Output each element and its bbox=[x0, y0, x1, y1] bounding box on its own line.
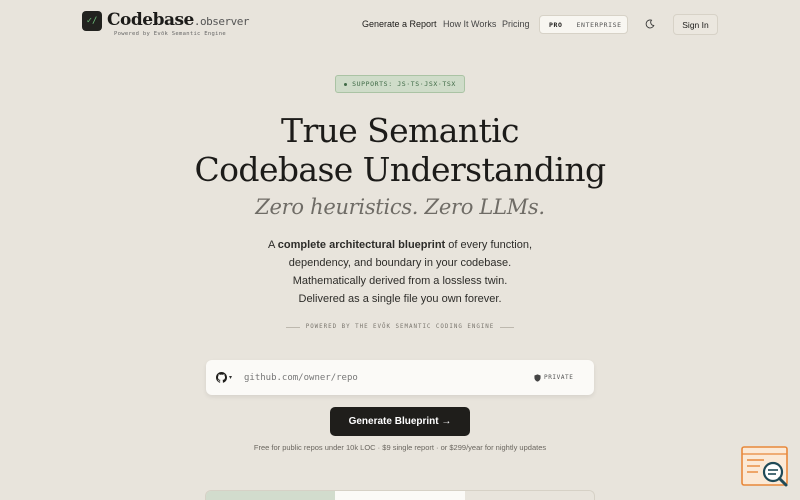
language-support-badge: SUPPORTS: JS·TS·JSX·TSX bbox=[335, 75, 465, 93]
preview-tab-1[interactable] bbox=[206, 491, 336, 500]
powered-by-text: POWERED BY THE EVŌK SEMANTIC CODING ENGI… bbox=[305, 324, 495, 330]
desc-prefix: A bbox=[267, 239, 278, 251]
plan-option-pro[interactable]: PRO bbox=[549, 21, 563, 29]
plan-toggle[interactable]: PRO ENTERPRISE bbox=[539, 15, 628, 34]
nav-pricing[interactable]: Pricing bbox=[502, 19, 530, 29]
desc-line2: dependency, and boundary in your codebas… bbox=[288, 257, 512, 269]
preview-tab-3[interactable] bbox=[464, 491, 594, 500]
chevron-down-icon: ▾ bbox=[229, 375, 233, 381]
logo-text: Codebase.observer Powered by Evōk Semant… bbox=[107, 10, 249, 37]
desc-line3: Mathematically derived from a lossless t… bbox=[292, 275, 508, 287]
plan-option-enterprise[interactable]: ENTERPRISE bbox=[577, 21, 622, 29]
brand-name-suffix: .observer bbox=[193, 15, 250, 28]
pricing-note: Free for public repos under 10k LOC · $9… bbox=[253, 443, 547, 452]
private-label: PRIVATE bbox=[544, 374, 574, 381]
shield-icon bbox=[534, 373, 541, 382]
powered-by: POWERED BY THE EVŌK SEMANTIC CODING ENGI… bbox=[0, 324, 800, 330]
hero-title-line2: Codebase Understanding bbox=[194, 150, 607, 189]
hero-title: True Semantic Codebase Understanding bbox=[0, 111, 800, 189]
hero-title-line1: True Semantic bbox=[281, 111, 520, 150]
generate-blueprint-button[interactable]: Generate Blueprint → bbox=[330, 407, 470, 436]
repo-url-input[interactable] bbox=[244, 372, 534, 383]
preview-tabs bbox=[205, 490, 595, 500]
sign-in-button[interactable]: Sign In bbox=[673, 14, 718, 35]
divider-right bbox=[500, 326, 515, 328]
logo-mark-icon: ✓/ bbox=[82, 11, 102, 31]
github-icon bbox=[216, 372, 227, 383]
brand-name-main: Codebase bbox=[107, 10, 194, 30]
desc-line1-rest: of every function, bbox=[445, 239, 533, 251]
brand-name: Codebase.observer bbox=[107, 10, 249, 32]
moon-icon[interactable] bbox=[645, 19, 655, 29]
repo-input-box: ▾ PRIVATE bbox=[206, 360, 594, 395]
provider-select[interactable]: ▾ bbox=[216, 372, 244, 383]
logo[interactable]: ✓/ Codebase.observer Powered by Evōk Sem… bbox=[82, 10, 249, 37]
desc-line4: Delivered as a single file you own forev… bbox=[298, 293, 502, 305]
desc-bold: complete architectural blueprint bbox=[277, 239, 446, 251]
preview-tab-2[interactable] bbox=[335, 491, 465, 500]
top-nav: ✓/ Codebase.observer Powered by Evōk Sem… bbox=[0, 0, 800, 50]
divider-left bbox=[285, 326, 300, 328]
desc-line1: A complete architectural blueprint of ev… bbox=[200, 236, 600, 254]
search-widget-icon[interactable] bbox=[740, 445, 790, 490]
hero-description: A complete architectural blueprint of ev… bbox=[200, 236, 600, 308]
hero-subtitle: Zero heuristics. Zero LLMs. bbox=[255, 195, 545, 219]
nav-how-it-works[interactable]: How It Works bbox=[443, 19, 496, 29]
badge-text: SUPPORTS: JS·TS·JSX·TSX bbox=[352, 80, 456, 88]
private-toggle[interactable]: PRIVATE bbox=[534, 373, 574, 382]
badge-dot-icon bbox=[344, 82, 348, 86]
nav-generate-report[interactable]: Generate a Report bbox=[362, 19, 437, 29]
